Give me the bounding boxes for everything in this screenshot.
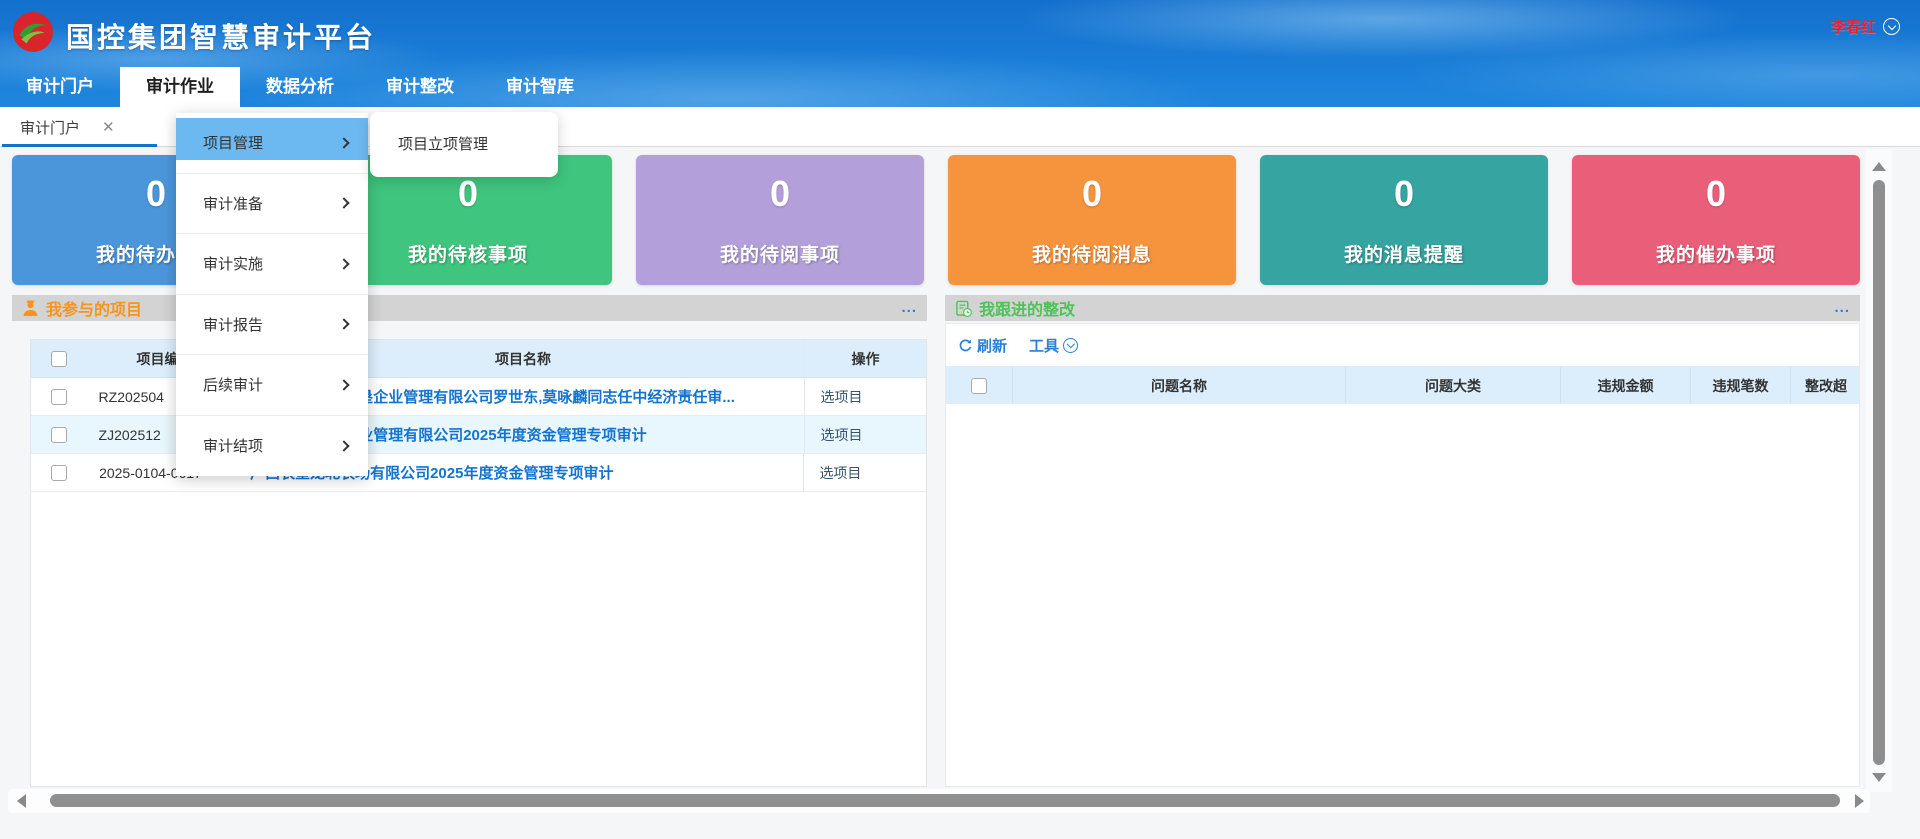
project-name-link[interactable]: 垦企业管理有限公司罗世东,莫咏麟同志任中经济责任审...: [358, 389, 735, 406]
card-my-read-items[interactable]: 0 我的待阅事项: [636, 155, 924, 285]
scroll-right-arrow-icon[interactable]: [1855, 794, 1864, 808]
menu-item-audit-report[interactable]: 审计报告: [176, 295, 368, 356]
rectifications-box: 刷新 工具 问题名称 问题大类 违规金额 违规笔数 整改超: [945, 323, 1860, 787]
menu-item-audit-implementation[interactable]: 审计实施: [176, 234, 368, 295]
app-header: 国控集团智慧审计平台 李春红 审计门户 审计作业 数据分析 审计整改 审计智库: [0, 0, 1920, 107]
scroll-down-arrow-icon[interactable]: [1872, 773, 1886, 782]
vertical-scrollbar-thumb[interactable]: [1873, 180, 1885, 765]
card-my-read-messages[interactable]: 0 我的待阅消息: [948, 155, 1236, 285]
card-count: 0: [948, 173, 1236, 215]
table-row[interactable]: ZJ202512 业管理有限公司2025年度资金管理专项审计 选项目: [31, 416, 926, 454]
my-projects-panel: 我参与的项目 ... 项目编号 项目名称 操作 RZ202504 垦企业管理有限…: [12, 295, 927, 789]
scroll-up-arrow-icon[interactable]: [1872, 162, 1886, 171]
tab-audit-portal[interactable]: 审计门户 ✕: [0, 107, 158, 147]
card-my-reminders[interactable]: 0 我的消息提醒: [1260, 155, 1548, 285]
column-header-issue-name: 问题名称: [1013, 367, 1346, 404]
tab-label: 审计门户: [20, 117, 80, 138]
active-tab-underline: [2, 144, 157, 147]
company-logo-icon: [12, 11, 54, 53]
column-header-action: 操作: [804, 340, 926, 377]
column-header-rectify-overdue: 整改超: [1791, 367, 1859, 404]
project-management-submenu: 项目立项管理: [370, 112, 558, 177]
clipboard-clock-icon: [955, 300, 972, 317]
chevron-right-icon: [338, 198, 349, 209]
menu-item-label: 审计结项: [203, 435, 340, 456]
card-count: 0: [636, 173, 924, 215]
menu-item-audit-preparation[interactable]: 审计准备: [176, 174, 368, 235]
select-project-link[interactable]: 选项目: [803, 454, 926, 491]
card-label: 我的待阅消息: [948, 240, 1236, 267]
row-checkbox[interactable]: [51, 389, 67, 405]
projects-table-header: 项目编号 项目名称 操作: [31, 340, 926, 378]
menu-item-label: 审计报告: [203, 314, 340, 335]
table-row[interactable]: RZ202504 垦企业管理有限公司罗世东,莫咏麟同志任中经济责任审... 选项…: [31, 378, 926, 416]
project-name-link[interactable]: 业管理有限公司2025年度资金管理专项审计: [358, 427, 646, 444]
select-project-link[interactable]: 选项目: [804, 416, 926, 453]
nav-item-audit-knowledge[interactable]: 审计智库: [480, 67, 600, 107]
card-count: 0: [1572, 173, 1860, 215]
select-all-checkbox[interactable]: [51, 351, 67, 367]
chevron-right-icon: [338, 258, 349, 269]
card-count: 0: [1260, 173, 1548, 215]
more-options-button[interactable]: ...: [901, 303, 917, 313]
rectifications-table-header: 问题名称 问题大类 违规金额 违规笔数 整改超: [946, 366, 1859, 404]
more-options-button[interactable]: ...: [1834, 303, 1850, 313]
table-row[interactable]: 2025-0104-0617 广西农垦龙北农场有限公司2025年度资金管理专项审…: [31, 454, 926, 492]
row-checkbox[interactable]: [51, 427, 67, 443]
my-rectifications-panel: 我跟进的整改 ... 刷新 工具: [945, 295, 1860, 789]
user-name[interactable]: 李春红: [1831, 16, 1876, 37]
select-all-checkbox[interactable]: [971, 378, 987, 394]
nav-item-audit-portal[interactable]: 审计门户: [0, 67, 120, 107]
panel-title: 我参与的项目: [46, 296, 142, 320]
person-icon: [22, 300, 39, 317]
card-label: 我的待阅事项: [636, 240, 924, 267]
chevron-right-icon: [338, 137, 349, 148]
select-project-link[interactable]: 选项目: [804, 378, 926, 415]
user-menu[interactable]: 李春红: [1831, 16, 1900, 37]
column-header-violation-amount: 违规金额: [1561, 367, 1691, 404]
menu-item-label: 审计实施: [203, 253, 340, 274]
refresh-button[interactable]: 刷新: [958, 335, 1007, 356]
vertical-scrollbar[interactable]: [1866, 150, 1892, 792]
nav-item-data-analysis[interactable]: 数据分析: [240, 67, 360, 107]
rectifications-toolbar: 刷新 工具: [946, 324, 1859, 366]
projects-table: 项目编号 项目名称 操作 RZ202504 垦企业管理有限公司罗世东,莫咏麟同志…: [30, 339, 927, 787]
column-header-issue-category: 问题大类: [1346, 367, 1561, 404]
nav-item-audit-work[interactable]: 审计作业: [120, 67, 240, 107]
audit-platform-page: 国控集团智慧审计平台 李春红 审计门户 审计作业 数据分析 审计整改 审计智库 …: [0, 0, 1920, 839]
chevron-down-circle-icon[interactable]: [1883, 18, 1900, 35]
my-rectifications-header: 我跟进的整改 ...: [945, 295, 1860, 321]
horizontal-scrollbar-thumb[interactable]: [50, 794, 1840, 807]
chevron-right-icon: [338, 379, 349, 390]
close-icon[interactable]: ✕: [102, 120, 115, 135]
page-title: 国控集团智慧审计平台: [66, 16, 376, 56]
menu-item-audit-closure[interactable]: 审计结项: [176, 416, 368, 477]
menu-item-label: 后续审计: [203, 374, 340, 395]
card-my-urging[interactable]: 0 我的催办事项: [1572, 155, 1860, 285]
menu-item-follow-up-audit[interactable]: 后续审计: [176, 355, 368, 416]
refresh-icon: [958, 338, 973, 353]
panel-title: 我跟进的整改: [979, 296, 1075, 320]
menu-item-label: 审计准备: [203, 193, 340, 214]
menu-item-label: 项目管理: [203, 132, 340, 153]
my-projects-header: 我参与的项目 ...: [12, 295, 927, 321]
column-header-violation-count: 违规笔数: [1691, 367, 1791, 404]
chevron-right-icon: [338, 440, 349, 451]
card-label: 我的消息提醒: [1260, 240, 1548, 267]
tools-label: 工具: [1029, 335, 1059, 356]
scroll-left-arrow-icon[interactable]: [17, 794, 26, 808]
menu-item-project-initiation[interactable]: 项目立项管理: [370, 112, 558, 177]
main-navbar: 审计门户 审计作业 数据分析 审计整改 审计智库: [0, 67, 600, 107]
chevron-down-circle-icon: [1063, 338, 1078, 353]
chevron-right-icon: [338, 319, 349, 330]
menu-item-project-management[interactable]: 项目管理: [176, 113, 368, 174]
horizontal-scrollbar[interactable]: [8, 789, 1870, 813]
refresh-label: 刷新: [977, 335, 1007, 356]
nav-item-audit-rectify[interactable]: 审计整改: [360, 67, 480, 107]
tools-button[interactable]: 工具: [1029, 335, 1078, 356]
row-checkbox[interactable]: [51, 465, 67, 481]
card-label: 我的催办事项: [1572, 240, 1860, 267]
audit-work-dropdown-menu: 项目管理 审计准备 审计实施 审计报告 后续审计 审计结项: [176, 113, 368, 476]
